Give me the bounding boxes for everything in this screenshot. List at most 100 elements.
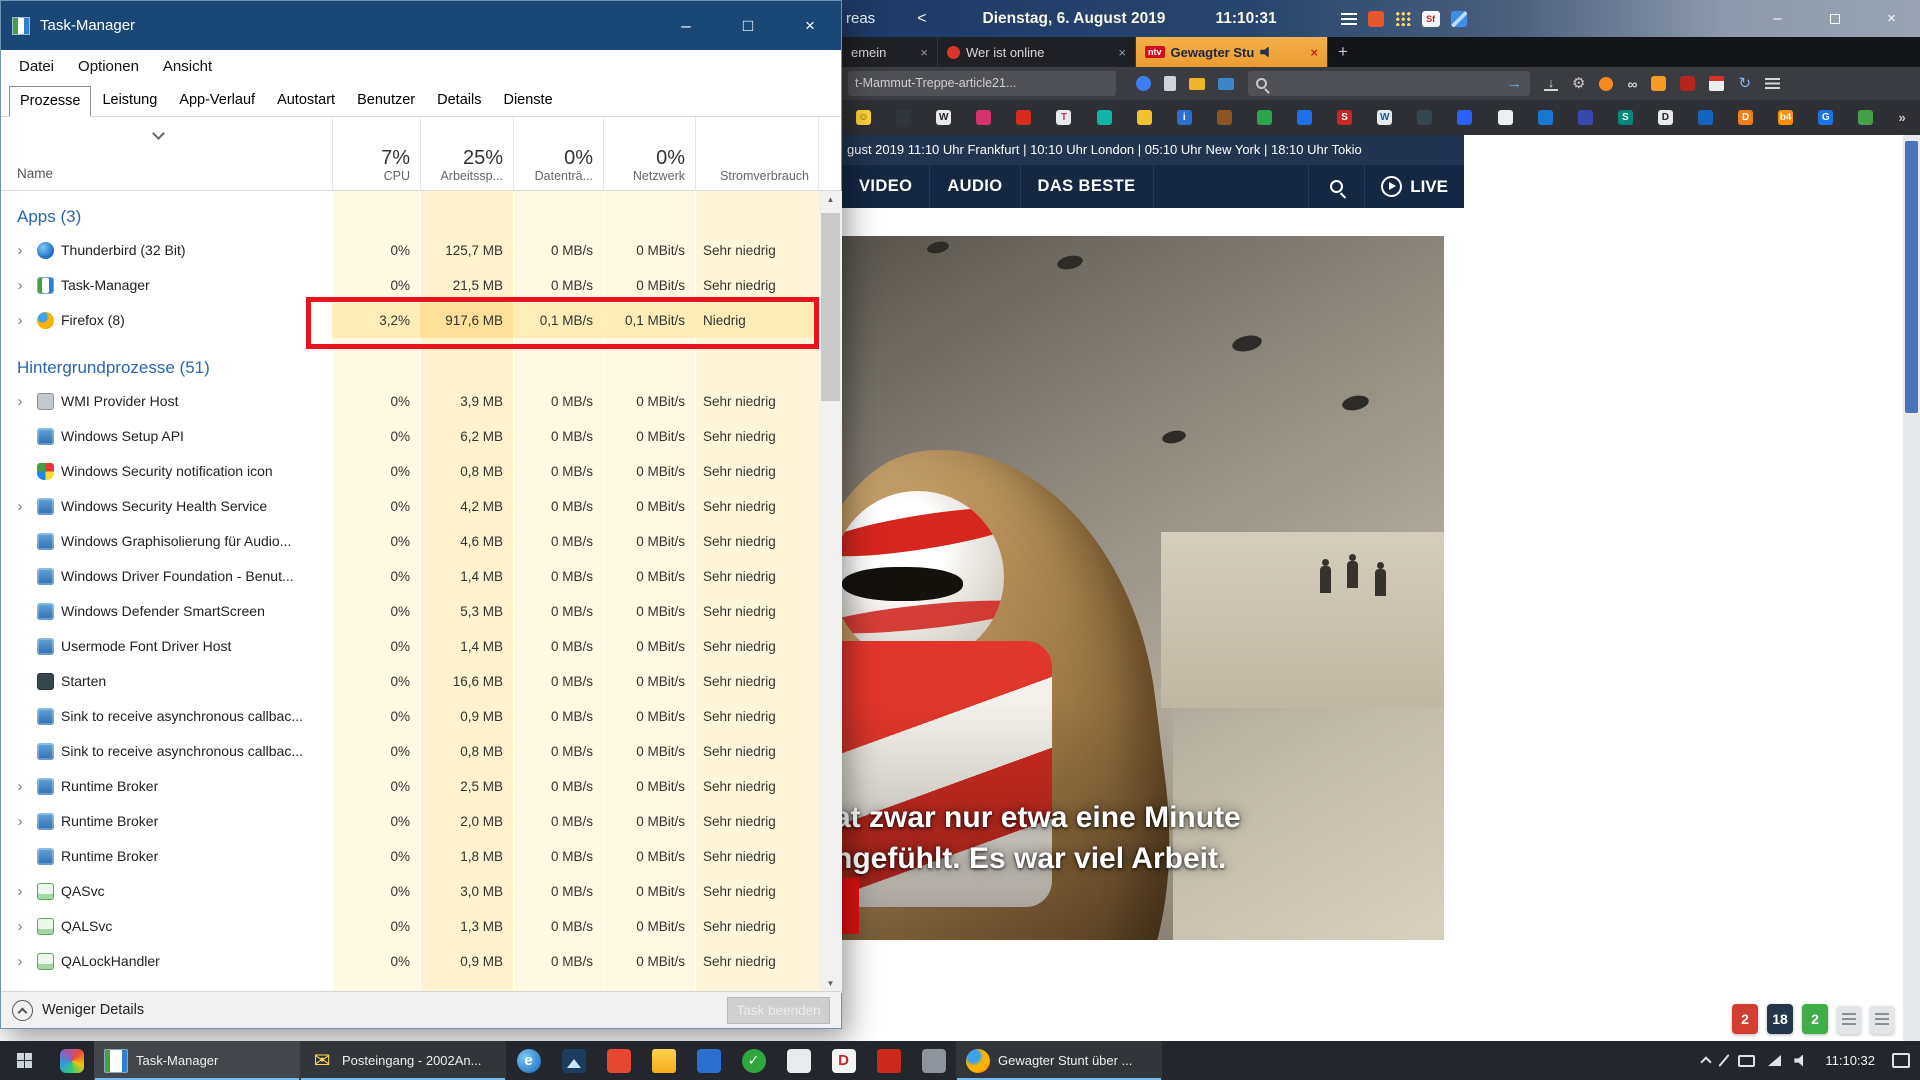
expand-chevron-icon[interactable]: › — [11, 268, 29, 303]
taskbar-clock[interactable]: 11:10:32 — [1821, 1053, 1879, 1068]
bookmark-favicon[interactable]: T — [1056, 110, 1071, 125]
page-scrollbar[interactable] — [1903, 135, 1920, 1041]
tm-scrollbar[interactable]: ▲ ▼ — [819, 191, 842, 993]
column-header-mem[interactable]: 25%Arbeitssp... — [420, 147, 513, 183]
settings-gear-icon[interactable] — [1572, 76, 1585, 91]
bookmark-favicon[interactable] — [1498, 110, 1513, 125]
search-bar[interactable]: → — [1248, 71, 1530, 96]
process-row[interactable]: Runtime Broker0%1,8 MB0 MB/s0 MBit/sSehr… — [1, 839, 819, 874]
orange-tile-icon[interactable] — [1368, 11, 1384, 27]
process-row[interactable]: ›QASvc0%3,0 MB0 MB/s0 MBit/sSehr niedrig — [1, 874, 819, 909]
live-button[interactable]: LIVE — [1364, 165, 1464, 208]
network-icon[interactable] — [1768, 1055, 1781, 1066]
bookmark-favicon[interactable] — [1257, 110, 1272, 125]
tm-tab-prozesse[interactable]: Prozesse — [9, 86, 91, 117]
process-row[interactable]: Windows Driver Foundation - Benut...0%1,… — [1, 559, 819, 594]
refresh-icon[interactable] — [1738, 76, 1751, 91]
tab-audio-icon[interactable] — [1260, 47, 1273, 58]
bookmark-favicon[interactable]: G — [1818, 110, 1833, 125]
bookmark-favicon[interactable]: b4 — [1778, 110, 1793, 125]
expand-chevron-icon[interactable]: › — [11, 909, 29, 944]
bookmark-favicon[interactable]: D — [1738, 110, 1753, 125]
new-tab-button[interactable]: + — [1328, 37, 1358, 67]
tab-close-icon[interactable]: × — [1310, 45, 1318, 60]
expand-chevron-icon[interactable]: › — [11, 233, 29, 268]
taskbar-icon-photos[interactable] — [551, 1041, 596, 1080]
menu-item-ansicht[interactable]: Ansicht — [151, 58, 224, 75]
process-row[interactable]: Starten0%16,6 MB0 MB/s0 MBit/sSehr niedr… — [1, 664, 819, 699]
minimize-button[interactable]: – — [655, 1, 717, 50]
tm-scrollbar-thumb[interactable] — [821, 213, 840, 401]
orange-dot-icon[interactable] — [1599, 77, 1613, 91]
bookmark-favicon[interactable]: W — [936, 110, 951, 125]
taskbar-icon-red-square[interactable] — [866, 1041, 911, 1080]
taskbar-icon-folder[interactable] — [641, 1041, 686, 1080]
bookmark-favicon[interactable]: S — [1618, 110, 1633, 125]
scroll-up-icon[interactable]: ▲ — [819, 191, 842, 209]
sf-logo-icon[interactable] — [1422, 11, 1440, 27]
action-center-icon[interactable] — [1892, 1053, 1910, 1068]
taskbar-icon-gray-app[interactable] — [911, 1041, 956, 1080]
tm-tab-leistung[interactable]: Leistung — [91, 85, 168, 116]
menu-item-datei[interactable]: Datei — [7, 58, 66, 75]
process-row[interactable]: ›Runtime Broker0%2,0 MB0 MB/s0 MBit/sSeh… — [1, 804, 819, 839]
sort-chevron-icon[interactable] — [152, 127, 165, 140]
folder-blue-icon[interactable] — [1218, 78, 1234, 90]
expand-chevron-icon[interactable]: › — [11, 944, 29, 979]
taskbar-task-posteingang-2002an[interactable]: Posteingang - 2002An... — [300, 1041, 506, 1080]
display-icon[interactable] — [1738, 1055, 1755, 1067]
download-icon[interactable] — [1544, 77, 1558, 91]
process-row[interactable]: ›QALockHandler0%0,9 MB0 MB/s0 MBit/sSehr… — [1, 944, 819, 979]
bookmark-favicon[interactable] — [1858, 110, 1873, 125]
bookmarks-overflow-icon[interactable]: » — [1898, 110, 1905, 125]
close-button[interactable]: × — [1863, 0, 1920, 37]
bookmark-favicon[interactable]: i — [1177, 110, 1192, 125]
process-row[interactable]: Usermode Font Driver Host0%1,4 MB0 MB/s0… — [1, 629, 819, 664]
tm-tab-dienste[interactable]: Dienste — [492, 85, 563, 116]
calendar-icon[interactable] — [1709, 76, 1724, 91]
red-tile-icon[interactable] — [1680, 76, 1695, 91]
bookmark-favicon[interactable]: W — [1377, 110, 1392, 125]
expand-chevron-icon[interactable]: › — [11, 804, 29, 839]
bookmark-favicon[interactable] — [1137, 110, 1152, 125]
bookmark-favicon[interactable] — [1698, 110, 1713, 125]
bookmark-favicon[interactable] — [896, 110, 911, 125]
restore-button[interactable] — [1806, 0, 1863, 37]
url-bar[interactable]: t-Mammut-Treppe-article21... — [848, 71, 1116, 96]
expand-chevron-icon[interactable]: › — [11, 489, 29, 524]
page-scrollbar-thumb[interactable] — [1905, 141, 1918, 413]
hamburger-menu-icon[interactable] — [1765, 78, 1780, 89]
bookmark-favicon[interactable]: ☺ — [856, 110, 871, 125]
process-row[interactable]: Windows Security notification icon0%0,8 … — [1, 454, 819, 489]
bookmark-favicon[interactable] — [1016, 110, 1031, 125]
speech-bubble-icon[interactable] — [1136, 76, 1151, 91]
search-go-arrow[interactable]: → — [1507, 75, 1522, 92]
tm-titlebar[interactable]: Task-Manager – □ × — [1, 1, 841, 50]
column-header-name[interactable]: Name — [17, 166, 53, 181]
blue-brush-icon[interactable] — [1451, 11, 1467, 27]
bookmark-favicon[interactable] — [1297, 110, 1312, 125]
process-row[interactable]: ›Windows Security Health Service0%4,2 MB… — [1, 489, 819, 524]
chevron-up-icon[interactable] — [1701, 1056, 1712, 1067]
browser-tab-gewagter-stu[interactable]: ntvGewagter Stu× — [1136, 37, 1328, 67]
bookmark-favicon[interactable] — [976, 110, 991, 125]
bookmark-favicon[interactable] — [1457, 110, 1472, 125]
process-row[interactable]: Sink to receive asynchronous callbac...0… — [1, 699, 819, 734]
reader-icon[interactable] — [1164, 76, 1176, 91]
bookmark-favicon[interactable]: D — [1658, 110, 1673, 125]
end-task-button[interactable]: Task beenden — [727, 997, 830, 1024]
column-header-disk[interactable]: 0%Datenträ... — [513, 147, 603, 183]
process-row[interactable]: Windows Graphisolierung für Audio...0%4,… — [1, 524, 819, 559]
start-button[interactable] — [0, 1041, 49, 1080]
process-group-header[interactable]: Apps (3) — [1, 191, 819, 233]
process-row[interactable]: ›QALSvc0%1,3 MB0 MB/s0 MBit/sSehr niedri… — [1, 909, 819, 944]
process-row[interactable]: Windows Setup API0%6,2 MB0 MB/s0 MBit/sS… — [1, 419, 819, 454]
process-row[interactable]: ›Runtime Broker0%2,5 MB0 MB/s0 MBit/sSeh… — [1, 769, 819, 804]
taskbar-icon-green-check[interactable] — [731, 1041, 776, 1080]
browser-tab-wer-ist-online[interactable]: Wer ist online× — [938, 37, 1136, 67]
taskbar-task-task-manager[interactable]: Task-Manager — [94, 1041, 300, 1080]
expand-chevron-icon[interactable]: › — [11, 874, 29, 909]
site-search-button[interactable] — [1308, 165, 1364, 208]
expand-chevron-icon[interactable]: › — [11, 303, 29, 338]
expand-chevron-icon[interactable]: › — [11, 769, 29, 804]
